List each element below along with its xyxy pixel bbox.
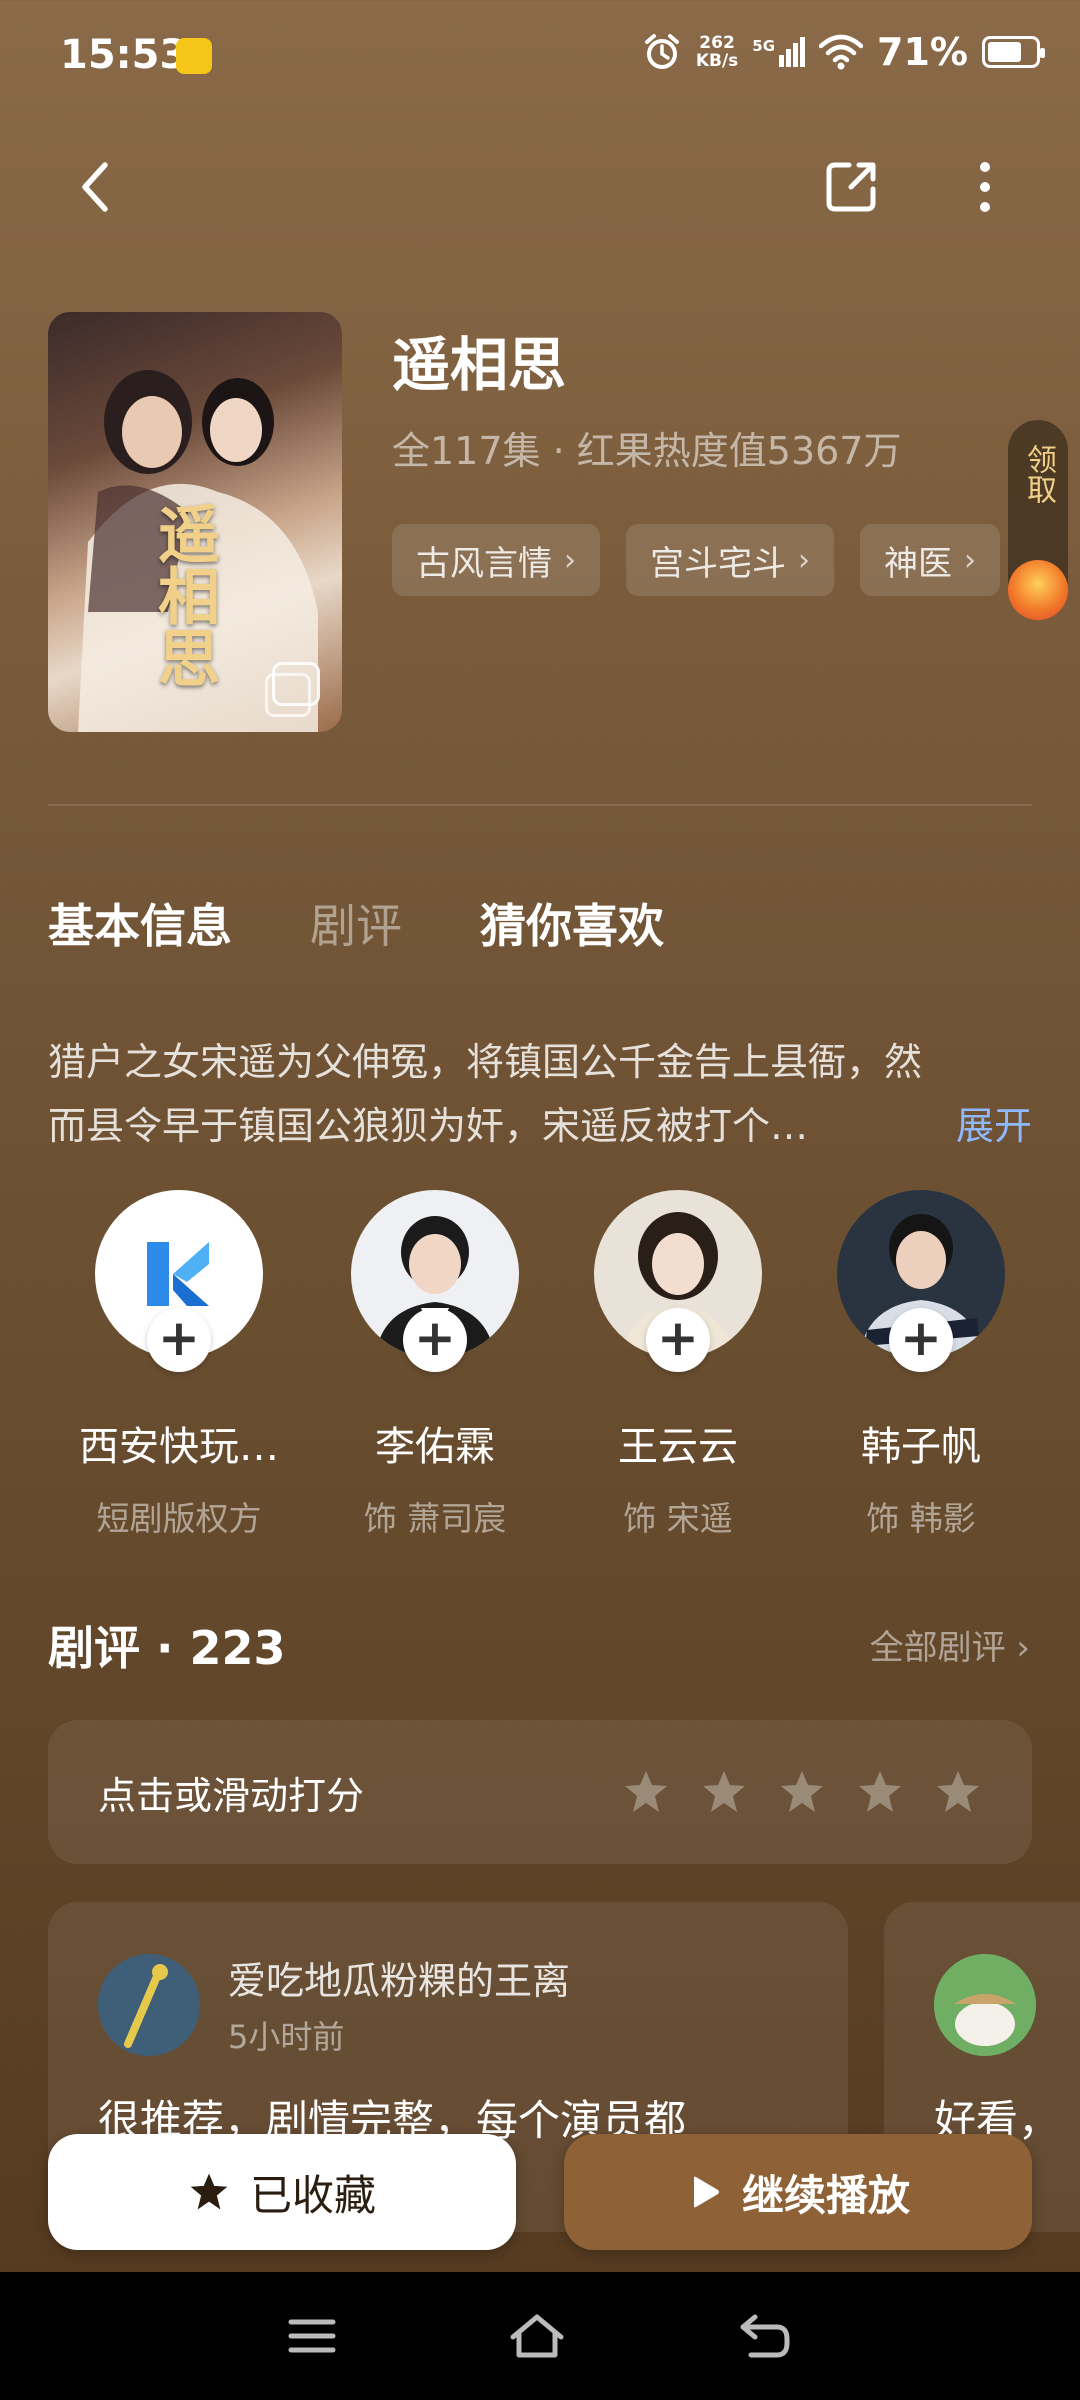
battery-icon — [982, 36, 1045, 68]
tag-chip[interactable]: 古风言情 › — [392, 524, 600, 596]
play-label: 继续播放 — [741, 2170, 910, 2220]
system-nav-bar — [0, 2272, 1080, 2400]
divider — [48, 804, 1032, 806]
tab-reviews[interactable]: 剧评 — [310, 890, 402, 956]
cast-list: + 西安快玩… 短剧版权方 + 李佑霖 饰 萧司宸 + 王云云 饰 宋遥 + 韩… — [48, 1190, 1048, 1540]
synopsis: 猎户之女宋遥为父伸冤，将镇国公千金告上县衙，然 而县令早于镇国公狼狈为奸，宋遥反… — [48, 1030, 1032, 1158]
review-username: 爱吃地瓜粉粿的王离 — [228, 1959, 571, 2003]
share-icon — [826, 162, 876, 212]
notification-app-icon — [176, 38, 212, 74]
cast-name: 王云云 — [618, 1424, 738, 1470]
menu-icon[interactable] — [287, 2316, 337, 2356]
rating-box[interactable]: 点击或滑动打分 — [48, 1720, 1032, 1864]
tag-list: 古风言情 › 宫斗宅斗 › 神医 › — [392, 524, 1000, 596]
review-time: 5小时前 — [228, 2018, 345, 2056]
kuaiwan-logo-icon — [147, 1242, 209, 1306]
follow-plus-button[interactable]: + — [147, 1308, 211, 1372]
wifi-icon — [819, 34, 864, 70]
tag-chip[interactable]: 神医 › — [860, 524, 1000, 596]
cast-item[interactable]: + 李佑霖 饰 萧司宸 — [310, 1190, 560, 1540]
tab-recommendations[interactable]: 猜你喜欢 — [480, 890, 664, 956]
net-speed: 262 KB/s — [695, 33, 739, 71]
tag-chip[interactable]: 宫斗宅斗 › — [626, 524, 834, 596]
back-button[interactable] — [60, 152, 130, 222]
tab-basic-info[interactable]: 基本信息 — [48, 890, 232, 956]
status-time: 15:53 — [60, 32, 188, 78]
avatar — [98, 1954, 200, 2056]
reward-widget[interactable]: 领取 — [1008, 420, 1068, 620]
cast-role: 饰 萧司宸 — [363, 1499, 507, 1538]
home-icon[interactable] — [507, 2311, 567, 2361]
section-tabs: 基本信息 剧评 猜你喜欢 — [48, 890, 664, 956]
chevron-right-icon: › — [964, 542, 976, 578]
favorite-label: 已收藏 — [249, 2170, 376, 2220]
battery-percent: 71% — [877, 30, 968, 74]
chevron-right-icon: › — [564, 542, 576, 578]
star-rating[interactable] — [622, 1768, 982, 1816]
synopsis-line: 而县令早于镇国公狼狈为奸，宋遥反被打个… — [48, 1104, 809, 1148]
all-reviews-link[interactable]: 全部剧评 › — [870, 1620, 1030, 1669]
follow-plus-button[interactable]: + — [889, 1308, 953, 1372]
reviews-heading: 剧评 · 223 — [48, 1621, 286, 1675]
alarm-icon — [644, 34, 679, 69]
rating-prompt: 点击或滑动打分 — [98, 1773, 365, 1818]
cast-name: 西安快玩… — [79, 1424, 279, 1470]
drama-meta: 全117集 · 红果热度值5367万 — [392, 429, 902, 473]
follow-plus-button[interactable]: + — [646, 1308, 710, 1372]
chevron-right-icon: › — [798, 542, 810, 578]
chevron-left-icon — [82, 162, 108, 212]
back-nav-icon[interactable] — [737, 2311, 793, 2361]
reward-label: 领取 — [1021, 444, 1056, 504]
cast-name: 韩子帆 — [861, 1424, 981, 1470]
gallery-icon[interactable] — [265, 662, 320, 717]
cast-name: 李佑霖 — [375, 1424, 495, 1470]
drama-title: 遥相思 — [392, 331, 567, 399]
play-icon — [693, 2176, 719, 2208]
user-avatar-art — [98, 1954, 200, 2056]
drama-poster[interactable]: 遥相思 — [48, 312, 342, 732]
cast-item[interactable]: + 王云云 饰 宋遥 — [560, 1190, 796, 1540]
user-avatar-art — [934, 1954, 1036, 2056]
star-icon[interactable] — [778, 1768, 826, 1816]
more-options-button[interactable] — [950, 152, 1020, 222]
star-icon[interactable] — [700, 1768, 748, 1816]
cast-role: 饰 韩影 — [866, 1499, 976, 1538]
cellular-signal-icon: 5G — [752, 37, 806, 67]
chevron-right-icon: › — [1005, 1628, 1030, 1668]
follow-plus-button[interactable]: + — [403, 1308, 467, 1372]
star-filled-icon — [190, 2173, 228, 2210]
status-indicators: 262 KB/s 5G 71% — [642, 30, 1045, 74]
poster-title-art: 遥相思 — [147, 502, 220, 688]
star-icon[interactable] — [934, 1768, 982, 1816]
more-vertical-icon — [980, 162, 990, 212]
expand-link[interactable]: 展开 — [956, 1094, 1032, 1158]
cast-role: 短剧版权方 — [96, 1499, 262, 1538]
cast-item[interactable]: + 韩子帆 饰 韩影 — [796, 1190, 1046, 1540]
avatar — [934, 1954, 1036, 2056]
continue-play-button[interactable]: 继续播放 — [564, 2134, 1032, 2250]
star-icon[interactable] — [856, 1768, 904, 1816]
cast-role: 饰 宋遥 — [623, 1499, 733, 1538]
share-button[interactable] — [816, 152, 886, 222]
cast-item[interactable]: + 西安快玩… 短剧版权方 — [48, 1190, 310, 1540]
star-icon[interactable] — [622, 1768, 670, 1816]
favorite-button[interactable]: 已收藏 — [48, 2134, 516, 2250]
synopsis-line: 猎户之女宋遥为父伸冤，将镇国公千金告上县衙，然 — [48, 1040, 923, 1084]
gift-coin-icon — [1008, 560, 1068, 620]
